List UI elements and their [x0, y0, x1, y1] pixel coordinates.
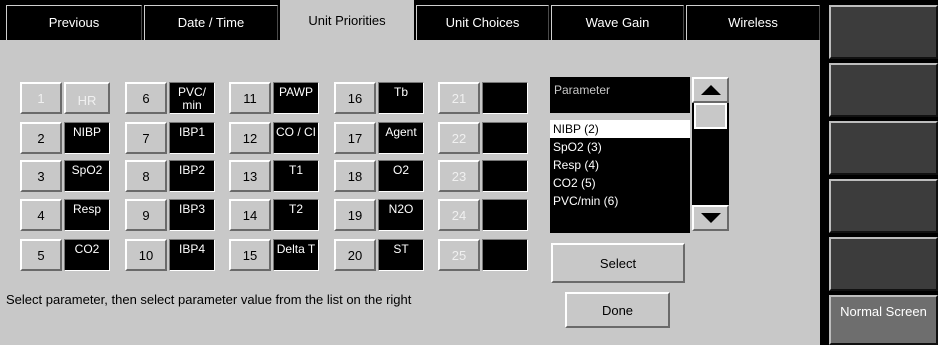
priority-value-button[interactable]: IBP1	[169, 122, 215, 154]
priority-value-button[interactable]: NIBP	[64, 122, 110, 154]
priority-number: 22	[438, 122, 480, 154]
priority-value-button[interactable]: SpO2	[64, 160, 110, 192]
priority-value-button[interactable]: IBP2	[169, 160, 215, 192]
priority-value-button[interactable]: N2O	[378, 199, 424, 231]
priority-number: 17	[334, 122, 376, 154]
priority-number: 2	[20, 122, 62, 154]
parameter-list-header: Parameter	[550, 77, 690, 113]
priority-value-button[interactable]	[482, 239, 528, 271]
priority-value-button[interactable]: IBP4	[169, 239, 215, 271]
tab-wave-gain[interactable]: Wave Gain	[551, 5, 684, 40]
priority-value-button[interactable]: Tb	[378, 82, 424, 114]
list-item[interactable]: Resp (4)	[550, 156, 690, 174]
list-item[interactable]: NIBP (2)	[550, 120, 690, 138]
priority-number: 21	[438, 82, 480, 114]
list-item[interactable]: CO2 (5)	[550, 174, 690, 192]
priority-value-button[interactable]: CO / CI	[273, 122, 319, 154]
priority-value-button[interactable]: PVC/ min	[169, 82, 215, 114]
tab-label: Wave Gain	[585, 15, 650, 30]
priority-number: 1	[20, 82, 62, 114]
priority-value-button[interactable]: HR	[64, 82, 110, 114]
priority-value-button[interactable]: O2	[378, 160, 424, 192]
priority-number: 13	[229, 160, 271, 192]
priority-value-button[interactable]: IBP3	[169, 199, 215, 231]
tab-label: Previous	[48, 15, 100, 30]
priority-value-button[interactable]	[482, 122, 528, 154]
priority-number: 5	[20, 239, 62, 271]
priority-value-button[interactable]: CO2	[64, 239, 110, 271]
tab-unit-priorities[interactable]: Unit Priorities	[280, 0, 414, 41]
scroll-up-button[interactable]	[692, 77, 729, 103]
side-button-2[interactable]	[829, 63, 938, 117]
priority-number: 14	[229, 199, 271, 231]
side-button-1[interactable]	[829, 5, 938, 59]
tab-label: Date / Time	[177, 15, 245, 30]
priority-number: 9	[125, 199, 167, 231]
scrollbar-thumb[interactable]	[694, 103, 727, 129]
normal-screen-button[interactable]: Normal Screen	[829, 295, 938, 345]
tab-previous[interactable]: Previous	[6, 5, 142, 40]
priority-number: 8	[125, 160, 167, 192]
priority-number: 24	[438, 199, 480, 231]
priority-number: 20	[334, 239, 376, 271]
priority-number: 23	[438, 160, 480, 192]
priority-number: 7	[125, 122, 167, 154]
arrow-down-icon	[700, 213, 721, 223]
priority-number: 15	[229, 239, 271, 271]
priority-value-button[interactable]: T1	[273, 160, 319, 192]
side-button-5[interactable]	[829, 237, 938, 291]
priority-number: 3	[20, 160, 62, 192]
arrow-up-icon	[700, 85, 721, 95]
priority-value-button[interactable]	[482, 160, 528, 192]
select-button[interactable]: Select	[551, 243, 685, 283]
tab-wireless[interactable]: Wireless	[686, 5, 820, 40]
priority-number: 18	[334, 160, 376, 192]
parameter-list[interactable]: NIBP (2) SpO2 (3) Resp (4) CO2 (5) PVC/m…	[550, 120, 690, 233]
tab-bar: Previous Date / Time Unit Priorities Uni…	[0, 0, 823, 41]
tab-label: Unit Priorities	[308, 13, 386, 28]
priority-value-button[interactable]: ST	[378, 239, 424, 271]
priority-value-button[interactable]	[482, 199, 528, 231]
tab-date-time[interactable]: Date / Time	[144, 5, 278, 40]
tab-unit-choices[interactable]: Unit Choices	[416, 5, 549, 40]
priority-number: 19	[334, 199, 376, 231]
side-button-3[interactable]	[829, 121, 938, 175]
priority-number: 6	[125, 82, 167, 114]
scroll-down-button[interactable]	[692, 205, 729, 231]
tab-label: Unit Choices	[445, 15, 520, 30]
list-item[interactable]: PVC/min (6)	[550, 192, 690, 210]
priority-value-button[interactable]: T2	[273, 199, 319, 231]
priority-number: 16	[334, 82, 376, 114]
done-button[interactable]: Done	[565, 292, 670, 328]
instruction-text: Select parameter, then select parameter …	[6, 292, 412, 307]
priority-number: 25	[438, 239, 480, 271]
priority-number: 12	[229, 122, 271, 154]
priority-number: 10	[125, 239, 167, 271]
priority-value-button[interactable]: Resp	[64, 199, 110, 231]
priority-number: 11	[229, 82, 271, 114]
list-item[interactable]: SpO2 (3)	[550, 138, 690, 156]
tab-label: Wireless	[728, 15, 778, 30]
priority-number: 4	[20, 199, 62, 231]
priority-value-button[interactable]: PAWP	[273, 82, 319, 114]
priority-value-button[interactable]: Agent	[378, 122, 424, 154]
priority-value-button[interactable]: Delta T	[273, 239, 319, 271]
priority-value-button[interactable]	[482, 82, 528, 114]
side-button-4[interactable]	[829, 179, 938, 233]
